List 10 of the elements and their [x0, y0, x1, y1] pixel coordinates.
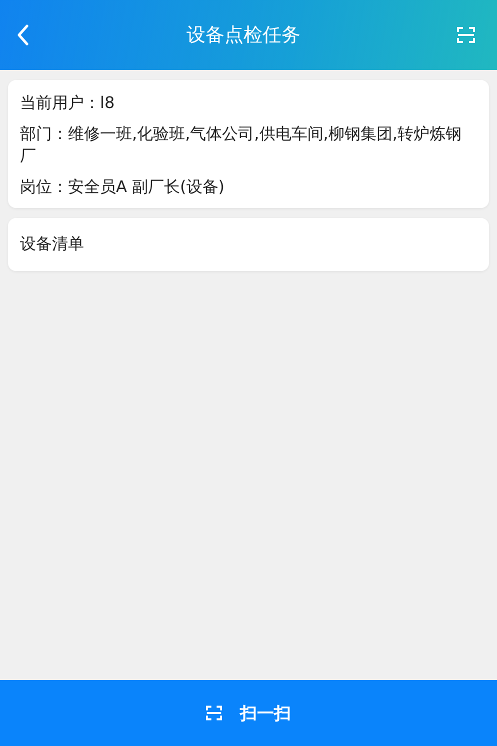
info-text: 当前用户：l8 [20, 92, 116, 114]
scan-button[interactable]: 扫一扫 [0, 680, 497, 746]
back-icon[interactable] [16, 24, 30, 46]
info-text: 岗位：安全员A 副厂长(设备) [20, 176, 226, 198]
info-text: 部门：维修一班,化验班,气体公司,供电车间,柳钢集团,转炉炼钢厂 [20, 123, 462, 167]
card-title: 设备清单 [20, 234, 84, 253]
scan-icon[interactable] [457, 26, 475, 44]
equipment-list-card[interactable]: 设备清单 [8, 218, 489, 271]
page-title: 设备点检任务 [186, 23, 300, 48]
scan-icon [206, 705, 222, 721]
